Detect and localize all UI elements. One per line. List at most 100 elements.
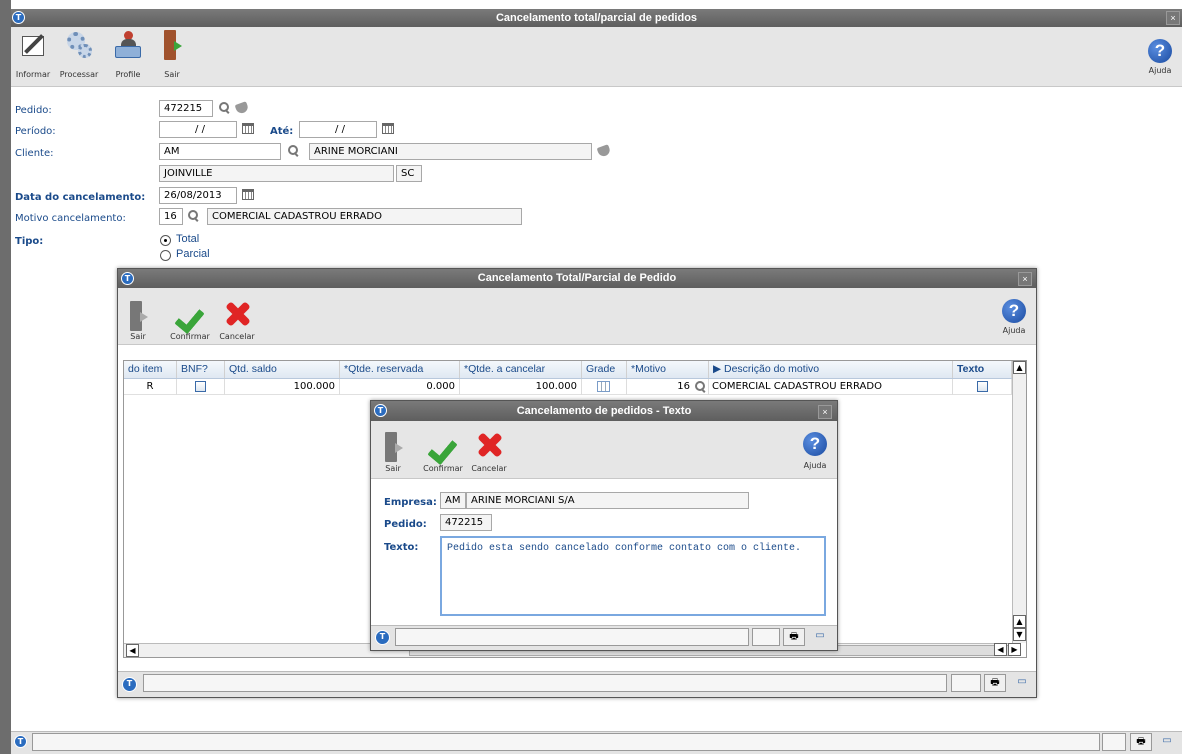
dialog1-sair-button[interactable]: Sair	[124, 301, 152, 341]
ajuda-button[interactable]: ? Ajuda	[1144, 39, 1176, 75]
dialog2-sair-button[interactable]: Sair	[379, 432, 407, 473]
dialog1-status-cell	[951, 674, 981, 692]
profile-button[interactable]: Profile	[108, 30, 148, 79]
cell-qtde-reservada[interactable]: 0.000	[340, 379, 460, 395]
table-row[interactable]: R 100.000 0.000 100.000 16 COMERCIAL CAD…	[124, 379, 1012, 395]
chat-icon[interactable]: ▭	[809, 628, 831, 646]
dialog2-ajuda-button[interactable]: ? Ajuda	[799, 432, 831, 470]
col-header-texto[interactable]: Texto	[953, 361, 1012, 378]
col-header-qtde-reservada[interactable]: *Qtde. reservada	[340, 361, 460, 378]
dialog1-cancelar-label: Cancelar	[219, 332, 255, 341]
cell-qtde-cancelar[interactable]: 100.000	[460, 379, 582, 395]
periodo-label: Período:	[15, 126, 56, 137]
cell-grade[interactable]	[582, 379, 627, 395]
dialog1-title: Cancelamento Total/Parcial de Pedido	[477, 272, 677, 284]
sair-label: Sair	[164, 70, 180, 79]
scroll-up-arrow-icon[interactable]: ▲	[1013, 615, 1026, 628]
calendar-icon[interactable]	[382, 123, 394, 134]
cell-qtd-saldo[interactable]: 100.000	[225, 379, 340, 395]
pedido-label: Pedido:	[384, 519, 427, 530]
scroll-left-arrow-icon[interactable]: ◀	[994, 643, 1007, 656]
help-icon: ?	[1002, 299, 1026, 323]
col-header-item[interactable]: do item	[124, 361, 177, 378]
dialog2-close-button[interactable]: ×	[818, 405, 832, 419]
empresa-label: Empresa:	[384, 497, 437, 508]
print-icon[interactable]: 🖶	[783, 628, 805, 646]
dialog1-close-button[interactable]: ×	[1018, 272, 1032, 286]
search-icon[interactable]	[695, 381, 706, 392]
motivo-code-input[interactable]: 16	[159, 208, 183, 225]
cliente-code-input[interactable]: AM	[159, 143, 281, 160]
dialog-cancelamento-texto: Cancelamento de pedidos - Texto T × Sair…	[370, 400, 838, 651]
search-icon[interactable]	[288, 145, 299, 156]
profile-label: Profile	[115, 70, 141, 79]
bnf-checkbox[interactable]	[195, 381, 206, 392]
sair-button[interactable]: Sair	[157, 30, 187, 79]
pencil-icon	[18, 30, 48, 60]
col-header-descricao[interactable]: ▶ Descrição do motivo	[709, 361, 953, 378]
dialog1-ajuda-button[interactable]: ? Ajuda	[998, 299, 1030, 335]
cidade-field: JOINVILLE	[159, 165, 394, 182]
cell-descricao[interactable]: COMERCIAL CADASTROU ERRADO	[709, 379, 953, 395]
tipo-parcial-radio[interactable]	[160, 250, 171, 261]
cell-texto[interactable]	[953, 379, 1012, 395]
main-status-cell	[1102, 733, 1126, 751]
scroll-left-arrow-icon[interactable]: ◀	[126, 644, 139, 657]
dialog1-cancelar-button[interactable]: Cancelar	[218, 299, 256, 341]
dialog2-title: Cancelamento de pedidos - Texto	[516, 405, 692, 417]
scroll-up-arrow-icon[interactable]: ▲	[1013, 361, 1026, 374]
calendar-icon[interactable]	[242, 123, 254, 134]
eraser-icon[interactable]	[596, 144, 612, 158]
tipo-total-label: Total	[176, 233, 200, 245]
gears-icon	[64, 30, 94, 60]
scroll-down-arrow-icon[interactable]: ▼	[1013, 628, 1026, 641]
dialog2-status-cell	[752, 628, 780, 646]
cell-bnf[interactable]	[177, 379, 225, 395]
informar-label: Informar	[15, 70, 51, 79]
col-header-motivo[interactable]: *Motivo	[627, 361, 709, 378]
empresa-name-field: ARINE MORCIANI S/A	[466, 492, 749, 509]
print-icon[interactable]: 🖶	[1130, 733, 1152, 751]
texto-label: Texto:	[384, 542, 419, 553]
texto-checkbox[interactable]	[977, 381, 988, 392]
ajuda-label: Ajuda	[1148, 66, 1172, 75]
eraser-icon[interactable]	[234, 101, 250, 115]
dialog2-cancelar-button[interactable]: Cancelar	[470, 430, 508, 473]
col-header-qtd-saldo[interactable]: Qtd. saldo	[225, 361, 340, 378]
pedido-input[interactable]: 472215	[159, 100, 213, 117]
texto-textarea[interactable]: Pedido esta sendo cancelado conforme con…	[440, 536, 826, 616]
col-header-qtde-cancelar[interactable]: *Qtde. a cancelar	[460, 361, 582, 378]
processar-label: Processar	[59, 70, 99, 79]
main-close-button[interactable]: ×	[1166, 11, 1180, 25]
help-icon: ?	[1148, 39, 1172, 63]
chat-icon[interactable]: ▭	[1011, 674, 1033, 692]
data-cancelamento-input[interactable]: 26/08/2013	[159, 187, 237, 204]
dialog1-confirmar-button[interactable]: Confirmar	[168, 301, 212, 341]
dialog2-confirmar-button[interactable]: Confirmar	[421, 432, 465, 473]
periodo-to-input[interactable]: / /	[299, 121, 377, 138]
processar-button[interactable]: Processar	[57, 30, 101, 79]
search-icon[interactable]	[188, 210, 199, 221]
col-header-bnf[interactable]: BNF?	[177, 361, 225, 378]
cliente-name-field: ARINE MORCIANI	[309, 143, 592, 160]
grid-vertical-scrollbar[interactable]: ▲ ▲ ▼	[1012, 361, 1026, 643]
dialog2-sair-label: Sair	[385, 464, 401, 473]
empresa-code-field: AM	[440, 492, 466, 509]
dialog2-status-field	[395, 628, 749, 646]
app-logo-icon: T	[12, 11, 25, 24]
periodo-from-input[interactable]: / /	[159, 121, 237, 138]
grade-icon[interactable]	[597, 381, 610, 392]
print-icon[interactable]: 🖶	[984, 674, 1006, 692]
scroll-right-arrow-icon[interactable]: ▶	[1008, 643, 1021, 656]
dialog1-confirmar-label: Confirmar	[170, 332, 210, 341]
cell-item[interactable]: R	[124, 379, 177, 395]
cancel-x-icon	[222, 299, 252, 329]
exit-door-icon	[128, 301, 148, 331]
col-header-grade[interactable]: Grade	[582, 361, 627, 378]
calendar-icon[interactable]	[242, 189, 254, 200]
search-icon[interactable]	[219, 102, 230, 113]
tipo-total-radio[interactable]	[160, 235, 171, 246]
checkmark-icon	[175, 301, 205, 329]
informar-button[interactable]: Informar	[13, 30, 53, 79]
chat-icon[interactable]: ▭	[1156, 733, 1178, 751]
